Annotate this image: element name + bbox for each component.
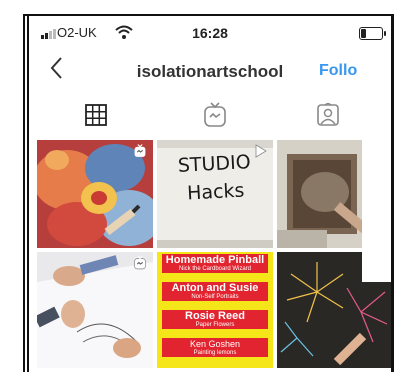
battery-icon — [359, 27, 386, 40]
tab-grid[interactable] — [81, 100, 111, 130]
screen-overlay — [362, 64, 391, 282]
post-grid: STUDIO Hacks Homemade Pinball Nick the C… — [37, 140, 391, 372]
status-bar: O2-UK 16:28 — [29, 16, 391, 50]
poster-item-subtitle: Nick the Cardboard Wizard — [178, 266, 252, 272]
video-icon — [255, 144, 267, 158]
tab-igtv[interactable] — [200, 100, 230, 130]
post-thumbnail[interactable] — [37, 140, 153, 248]
profile-tabs — [29, 100, 391, 138]
poster-item-title: Ken Goshen — [189, 339, 241, 349]
tab-tagged[interactable] — [313, 100, 343, 130]
frame-border — [391, 14, 394, 372]
post-thumbnail-poster[interactable]: Homemade Pinball Nick the Cardboard Wiza… — [157, 252, 273, 368]
poster-item: Ken Goshen Painting lemons — [162, 338, 268, 357]
instagram-profile-screen: O2-UK 16:28 isolationartschool Follo STU… — [29, 16, 391, 372]
poster-item: Rosie Reed Paper Flowers — [162, 310, 268, 329]
poster-item-subtitle: Painting lemons — [193, 350, 237, 356]
poster-item-title: Rosie Reed — [185, 310, 245, 322]
post-thumbnail[interactable] — [37, 252, 153, 368]
poster-item: Homemade Pinball Nick the Cardboard Wiza… — [162, 254, 268, 273]
poster-item-subtitle: Paper Flowers — [195, 322, 235, 328]
studio-hacks-text: STUDIO Hacks — [177, 151, 252, 205]
poster-item: Anton and Susie Non-Self Portraits — [162, 282, 268, 301]
igtv-icon — [134, 256, 146, 270]
screenshot-frame: O2-UK 16:28 isolationartschool Follo STU… — [0, 0, 396, 372]
follow-button[interactable]: Follo — [319, 62, 357, 80]
grid-icon — [85, 104, 107, 126]
status-time: 16:28 — [192, 25, 228, 41]
igtv-icon — [134, 144, 146, 157]
poster-item-subtitle: Non-Self Portraits — [191, 294, 239, 300]
profile-header: isolationartschool Follo — [29, 54, 391, 90]
post-thumbnail[interactable]: STUDIO Hacks — [157, 140, 273, 248]
igtv-icon — [204, 102, 226, 127]
tagged-icon — [317, 103, 339, 126]
frame-border — [23, 14, 25, 372]
poster-item-title: Anton and Susie — [171, 282, 259, 294]
poster-item-title: Homemade Pinball — [165, 254, 265, 266]
